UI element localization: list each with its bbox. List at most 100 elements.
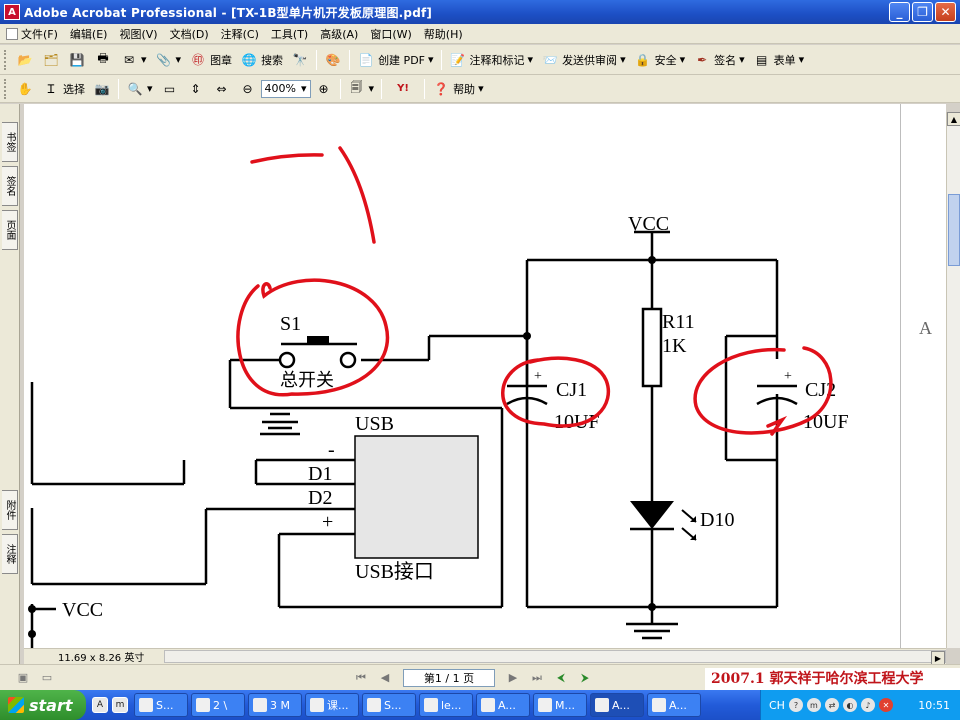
- zoom-tool-button[interactable]: 🔍 ▾: [122, 78, 157, 100]
- page-size-row: 11.69 x 8.26 英寸 ▶: [24, 648, 946, 665]
- document-page[interactable]: VCC R11 1K S1 总开关 CJ1 10UF + CJ2 10UF + …: [24, 104, 900, 648]
- sign-button[interactable]: ✒ 签名 ▾: [689, 49, 749, 71]
- security-button[interactable]: 🔒 安全 ▾: [630, 49, 690, 71]
- junction-dot: [28, 605, 36, 613]
- comment-markup-button[interactable]: 📝 注释和标记 ▾: [445, 49, 538, 71]
- save-button[interactable]: 💾: [64, 49, 90, 71]
- taskbar-task[interactable]: S...: [134, 693, 188, 717]
- zoom-in-button[interactable]: ⊕: [311, 78, 337, 100]
- last-page-button[interactable]: ⏭: [528, 669, 546, 687]
- next-page-button[interactable]: ▶: [504, 669, 522, 687]
- taskbar-task-active[interactable]: A...: [590, 693, 644, 717]
- fit-page-icon: ⇕: [190, 81, 201, 96]
- close-button[interactable]: ✕: [935, 2, 956, 22]
- toolbar-grip[interactable]: [4, 49, 8, 70]
- menu-help[interactable]: 帮助(H): [418, 25, 469, 43]
- snapshot-button[interactable]: 📷: [89, 78, 115, 100]
- open-button[interactable]: 📂: [12, 49, 38, 71]
- menu-view[interactable]: 视图(V): [113, 25, 163, 43]
- restore-button[interactable]: ❐: [912, 2, 933, 22]
- toolbar-separator: [118, 78, 119, 99]
- toolbar-separator: [381, 78, 383, 99]
- tab-bookmarks[interactable]: 书签: [2, 122, 18, 162]
- toolbar-grip[interactable]: [4, 78, 8, 99]
- taskbar-task[interactable]: 2 \: [191, 693, 245, 717]
- taskbar-task[interactable]: le...: [419, 693, 473, 717]
- previous-page-button[interactable]: ◀: [376, 669, 394, 687]
- form-icon: ▤: [755, 52, 768, 67]
- scroll-up-button[interactable]: ▲: [947, 112, 960, 126]
- organizer-button[interactable]: 🗂: [38, 49, 64, 71]
- menu-edit[interactable]: 编辑(E): [64, 25, 114, 43]
- panel-toggle-button[interactable]: ▣: [14, 669, 32, 687]
- taskbar-task[interactable]: S...: [362, 693, 416, 717]
- browser-quicklaunch-icon[interactable]: m: [112, 697, 128, 713]
- menu-comments[interactable]: 注释(C): [215, 25, 265, 43]
- color-button[interactable]: 🎨: [320, 49, 346, 71]
- network-icon[interactable]: ⇄: [824, 698, 839, 712]
- zoom-level-field[interactable]: 400% ▾: [260, 79, 311, 98]
- forward-button[interactable]: ⮞: [576, 669, 594, 687]
- acrobat-icon: [652, 698, 666, 712]
- page-number-field[interactable]: 第1 / 1 页: [403, 668, 495, 687]
- page-margin-panel: A: [900, 104, 946, 648]
- menu-window[interactable]: 窗口(W): [364, 25, 417, 43]
- taskbar-task[interactable]: A...: [647, 693, 701, 717]
- menu-document[interactable]: 文档(D): [164, 25, 215, 43]
- taskbar-task[interactable]: 课...: [305, 693, 359, 717]
- stamp-button[interactable]: ㊞图章: [185, 49, 236, 71]
- tab-comments[interactable]: 注释: [2, 534, 18, 574]
- taskbar-task[interactable]: M...: [533, 693, 587, 717]
- zoom-out-button[interactable]: ⊖: [235, 78, 261, 100]
- create-pdf-button[interactable]: 📄 创建 PDF ▾: [353, 49, 437, 71]
- system-tray: CH ? m ⇄ ◐ ♪ ✕ 10:51: [760, 690, 960, 720]
- binoculars-button[interactable]: 🔭: [287, 49, 313, 71]
- actual-size-button[interactable]: ▭: [157, 78, 183, 100]
- volume-icon[interactable]: ♪: [860, 698, 875, 712]
- lock-icon: 🔒: [635, 52, 651, 67]
- select-tool-button[interactable]: Ɪ 选择: [38, 78, 89, 100]
- cj2-value-label: 10UF: [803, 411, 849, 433]
- layout-toggle-button[interactable]: ▭: [38, 669, 56, 687]
- vertical-scrollbar[interactable]: ▲: [946, 112, 960, 648]
- send-review-button[interactable]: 📨 发送供审阅 ▾: [537, 49, 630, 71]
- scroll-right-button[interactable]: ▶: [931, 651, 945, 665]
- yahoo-button[interactable]: Y!: [385, 78, 421, 100]
- taskbar-task[interactable]: 3 M: [248, 693, 302, 717]
- page-layout-button[interactable]: 🗐 ▾: [344, 78, 379, 100]
- tray-icon[interactable]: ◐: [842, 698, 857, 712]
- yahoo-icon: Y!: [397, 83, 409, 94]
- horizontal-scrollbar[interactable]: ▶: [164, 650, 946, 665]
- minimize-button[interactable]: _: [889, 2, 910, 22]
- hand-tool-button[interactable]: ✋: [12, 78, 38, 100]
- menu-tools[interactable]: 工具(T): [265, 25, 314, 43]
- window-titlebar[interactable]: A Adobe Acrobat Professional - [TX-1B型单片…: [0, 0, 960, 24]
- attach-button[interactable]: 📎 ▾: [151, 49, 186, 71]
- stamp-icon: ㊞: [192, 53, 205, 67]
- tray-icon[interactable]: m: [806, 698, 821, 712]
- email-button[interactable]: ✉ ▾: [116, 49, 151, 71]
- tray-icon[interactable]: ?: [788, 698, 803, 712]
- first-page-button[interactable]: ⏮: [352, 669, 370, 687]
- tab-pages[interactable]: 页面: [2, 210, 18, 250]
- tab-attachments[interactable]: 附件: [2, 490, 18, 530]
- usb-connector-box: [354, 435, 479, 559]
- print-button[interactable]: 🖶: [90, 49, 116, 71]
- vertical-scroll-thumb[interactable]: [948, 194, 960, 266]
- menu-file[interactable]: 文件(F): [0, 25, 64, 43]
- help-button[interactable]: ❓ 帮助 ▾: [428, 78, 488, 100]
- forms-button[interactable]: ▤ 表单 ▾: [749, 49, 809, 71]
- shield-icon[interactable]: ✕: [878, 698, 893, 712]
- fit-page-button[interactable]: ⇕: [183, 78, 209, 100]
- menu-advanced[interactable]: 高级(A): [314, 25, 364, 43]
- language-indicator[interactable]: CH: [769, 699, 785, 712]
- acrobat-quicklaunch-icon[interactable]: A: [92, 697, 108, 713]
- back-arrow-icon: ⮜: [557, 670, 565, 684]
- fit-width-button[interactable]: ⇔: [209, 78, 235, 100]
- taskbar-task[interactable]: A...: [476, 693, 530, 717]
- tab-signatures[interactable]: 签名: [2, 166, 18, 206]
- back-button[interactable]: ⮜: [552, 669, 570, 687]
- search-button[interactable]: 🌐 搜索: [236, 49, 287, 71]
- start-button[interactable]: start: [0, 690, 86, 720]
- page-icon: ▭: [163, 81, 176, 96]
